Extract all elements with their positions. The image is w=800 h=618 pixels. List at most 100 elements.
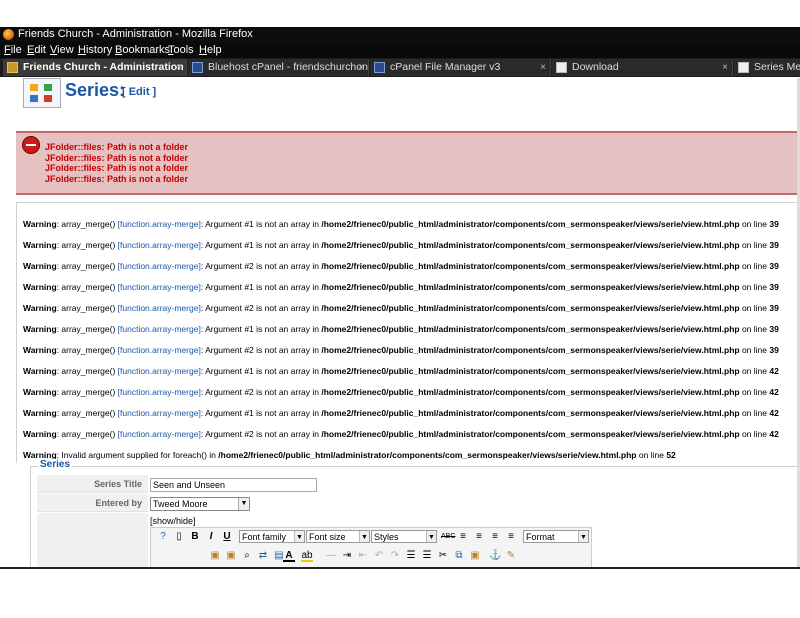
menu-history[interactable]: History — [78, 42, 112, 58]
anchor-icon[interactable]: ⚓ — [489, 550, 501, 562]
warning-function: array_merge() — [61, 408, 116, 418]
tab-series-menu[interactable]: Series Menu — [734, 59, 800, 76]
entered-by-label: Entered by — [37, 494, 148, 512]
warning-line-number: 42 — [769, 387, 779, 397]
copy-icon[interactable]: ⧉ — [453, 550, 465, 562]
series-title-input[interactable]: Seen and Unseen — [150, 478, 317, 492]
warning-row: Warning: array_merge() [function.array-m… — [23, 219, 779, 229]
argument-number: #1 — [244, 282, 254, 292]
argument-label: Argument — [205, 219, 242, 229]
on-line-label: on line — [741, 303, 768, 313]
font-family-select[interactable]: Font family ▼ — [239, 530, 305, 543]
paste-text-icon[interactable]: ▣ — [225, 550, 237, 562]
tab-download[interactable]: Download × — [552, 59, 733, 76]
warning-path: /home2/frienec0/public_html/administrato… — [321, 324, 740, 334]
italic-icon[interactable]: I — [205, 531, 217, 543]
styles-select[interactable]: Styles ▼ — [371, 530, 437, 543]
font-color-icon[interactable]: A — [283, 550, 295, 562]
tab-friends-church-admin[interactable]: Friends Church - Administration × — [3, 59, 187, 76]
tab-cpanel-file-manager[interactable]: cPanel File Manager v3 × — [370, 59, 551, 76]
argument-label: Argument — [205, 261, 242, 271]
series-header-icon — [23, 78, 61, 108]
cut-icon[interactable]: ✂ — [437, 550, 449, 562]
warning-line-number: 39 — [769, 345, 779, 355]
cleanup-icon[interactable]: ✎ — [505, 550, 517, 562]
close-tab-icon[interactable]: × — [176, 59, 182, 76]
on-line-label: on line — [741, 366, 768, 376]
underline-icon[interactable]: U — [221, 531, 233, 543]
menu-edit[interactable]: Edit — [27, 42, 46, 58]
close-tab-icon[interactable]: × — [722, 59, 728, 76]
warning-label: Warning — [23, 387, 57, 397]
function-doc-link[interactable]: [function.array-merge] — [118, 261, 201, 271]
warning-row: Warning: array_merge() [function.array-m… — [23, 387, 779, 397]
warning-function: array_merge() — [61, 261, 116, 271]
format-select[interactable]: Format ▼ — [523, 530, 589, 543]
tab-bluehost-cpanel[interactable]: Bluehost cPanel - friendschurchon... × — [188, 59, 369, 76]
hr-icon[interactable]: — — [325, 550, 337, 562]
align-center-icon[interactable]: ≡ — [473, 531, 485, 543]
strikethrough-icon[interactable]: ABC — [441, 531, 455, 543]
warning-label: Warning — [23, 219, 57, 229]
warning-row: Warning: array_merge() [function.array-m… — [23, 324, 779, 334]
bold-icon[interactable]: B — [189, 531, 201, 543]
window-bottom-edge — [0, 567, 800, 569]
align-justify-icon[interactable]: ≡ — [505, 531, 517, 543]
new-document-icon[interactable]: ▯ — [173, 531, 185, 543]
function-doc-link[interactable]: [function.array-merge] — [118, 324, 201, 334]
function-doc-link[interactable]: [function.array-merge] — [118, 303, 201, 313]
close-tab-icon[interactable]: × — [540, 59, 546, 76]
function-doc-link[interactable]: [function.array-merge] — [118, 387, 201, 397]
font-size-select[interactable]: Font size ▼ — [306, 530, 370, 543]
fieldset-legend: Series — [38, 459, 73, 470]
function-doc-link[interactable]: [function.array-merge] — [118, 408, 201, 418]
not-array-text: is not an array in — [256, 261, 319, 271]
argument-number: #2 — [244, 345, 254, 355]
menu-file[interactable]: File — [4, 42, 22, 58]
function-doc-link[interactable]: [function.array-merge] — [118, 345, 201, 355]
help-icon[interactable]: ? — [157, 531, 169, 543]
warning-function: array_merge() — [61, 324, 116, 334]
argument-number: #1 — [244, 240, 254, 250]
entered-by-select[interactable]: Tweed Moore ▼ — [150, 497, 250, 511]
indent-icon[interactable]: ⇥ — [341, 550, 353, 562]
menu-tools[interactable]: Tools — [168, 42, 194, 58]
menu-help[interactable]: Help — [199, 42, 222, 58]
chevron-down-icon: ▼ — [294, 531, 304, 542]
undo-icon[interactable]: ↶ — [373, 550, 385, 562]
warning-label: Warning — [23, 303, 57, 313]
replace-icon[interactable]: ⇄ — [257, 550, 269, 562]
rich-text-editor-toolbar: ? ▯ B I U Font family ▼ Font size ▼ Styl… — [150, 527, 592, 569]
paste-menu-icon[interactable]: ▣ — [469, 550, 481, 562]
warning-row: Warning: array_merge() [function.array-m… — [23, 240, 779, 250]
not-array-text: is not an array in — [256, 345, 319, 355]
align-left-icon[interactable]: ≡ — [457, 531, 469, 543]
function-doc-link[interactable]: [function.array-merge] — [118, 240, 201, 250]
warning-row: Warning: array_merge() [function.array-m… — [23, 429, 779, 439]
menu-view[interactable]: View — [50, 42, 74, 58]
argument-number: #2 — [244, 261, 254, 271]
warning-line-number: 39 — [769, 282, 779, 292]
show-hide-toggle[interactable]: [show/hide] — [150, 516, 196, 526]
argument-label: Argument — [205, 303, 242, 313]
function-doc-link[interactable]: [function.array-merge] — [118, 219, 201, 229]
find-icon[interactable]: ⌕ — [241, 550, 253, 562]
function-doc-link[interactable]: [function.array-merge] — [118, 366, 201, 376]
warning-label: Warning — [23, 366, 57, 376]
close-tab-icon[interactable]: × — [358, 59, 364, 76]
unordered-list-icon[interactable]: ☰ — [421, 550, 433, 562]
not-array-text: is not an array in — [256, 429, 319, 439]
ordered-list-icon[interactable]: ☰ — [405, 550, 417, 562]
outdent-icon[interactable]: ⇤ — [357, 550, 369, 562]
paste-icon[interactable]: ▣ — [209, 550, 221, 562]
description-label — [37, 513, 148, 567]
align-right-icon[interactable]: ≡ — [489, 531, 501, 543]
on-line-label: on line — [741, 219, 768, 229]
not-array-text: is not an array in — [256, 324, 319, 334]
argument-label: Argument — [205, 387, 242, 397]
redo-icon[interactable]: ↷ — [389, 550, 401, 562]
function-doc-link[interactable]: [function.array-merge] — [118, 429, 201, 439]
function-doc-link[interactable]: [function.array-merge] — [118, 282, 201, 292]
menu-bookmarks[interactable]: Bookmarks — [115, 42, 170, 58]
highlight-icon[interactable]: ab — [301, 550, 313, 562]
